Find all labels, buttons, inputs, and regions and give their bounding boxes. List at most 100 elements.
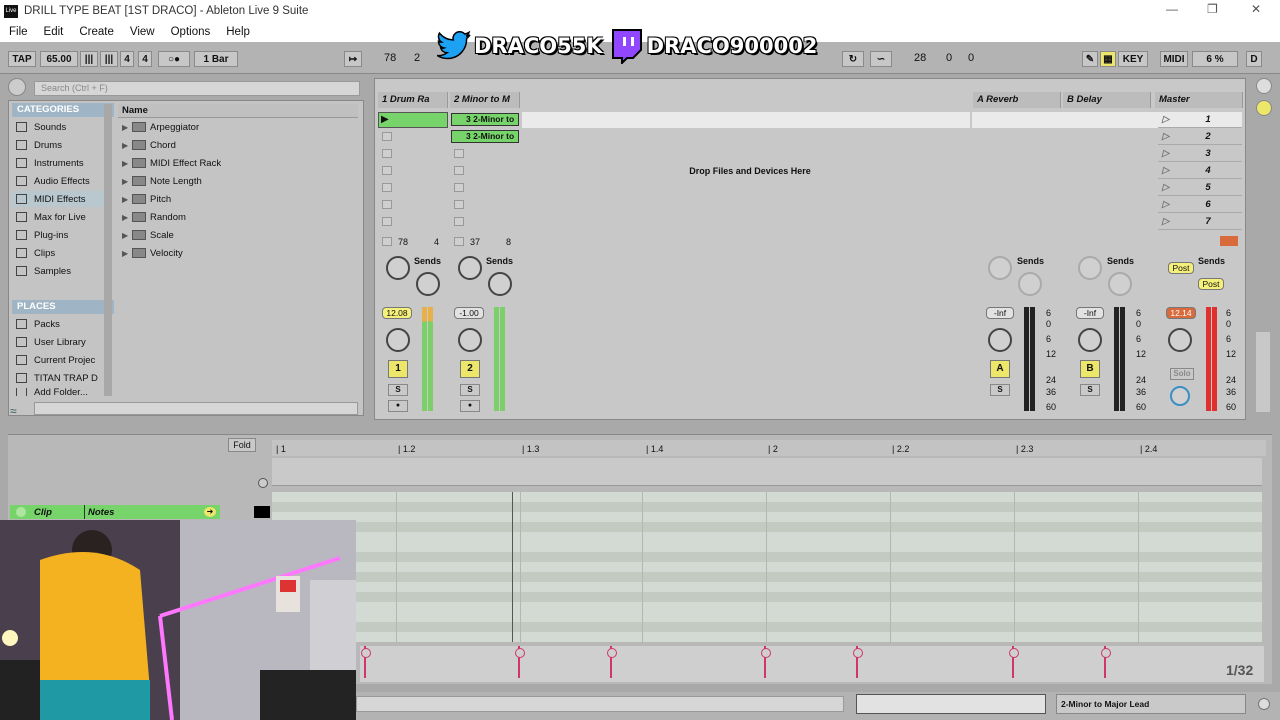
category-max-for-live[interactable]: Max for Live [16, 209, 86, 225]
overview-strip[interactable] [856, 694, 1046, 714]
send-b-knob[interactable] [416, 272, 440, 296]
velocity-marker[interactable] [853, 646, 863, 678]
loop-icon[interactable]: ↻ [842, 51, 864, 67]
grid-setting[interactable]: 1/32 [1226, 662, 1253, 678]
browser-item[interactable]: ▶ Scale [122, 227, 174, 243]
clip-slot-stop-button[interactable] [382, 183, 392, 192]
velocity-marker[interactable] [761, 646, 771, 678]
clip-slot-stop-button[interactable] [382, 200, 392, 209]
name-column-header[interactable]: Name [118, 104, 358, 118]
send-b-knob[interactable] [1108, 272, 1132, 296]
eject-icon[interactable] [1258, 698, 1270, 710]
track-2-volume[interactable]: -1.00 [454, 307, 484, 319]
master-solo-button[interactable]: Solo [1170, 368, 1194, 380]
note-row[interactable] [272, 532, 1262, 542]
velocity-marker[interactable] [361, 646, 371, 678]
arrangement-position-bar[interactable]: 78 [384, 52, 396, 64]
solo-button[interactable]: S [388, 384, 408, 396]
velocity-lane[interactable] [360, 646, 1264, 682]
clip-slot-1-1[interactable]: ▶ [378, 112, 448, 128]
solo-button[interactable]: S [1080, 384, 1100, 396]
category-clips[interactable]: Clips [16, 245, 55, 261]
arm-icon[interactable]: ● [388, 400, 408, 412]
note-row[interactable] [272, 542, 1262, 552]
send-b-knob[interactable] [488, 272, 512, 296]
solo-button[interactable]: S [460, 384, 480, 396]
close-icon[interactable]: ✕ [1251, 2, 1261, 16]
clip-slot-stop-button[interactable] [454, 166, 464, 175]
master-volume[interactable]: 12.14 [1166, 307, 1196, 319]
browser-item[interactable]: ▶ Note Length [122, 173, 202, 189]
nudge-up-icon[interactable]: ||| [100, 51, 118, 67]
loop-length-sixteenth[interactable]: 0 [968, 52, 974, 64]
menu-view[interactable]: View [130, 26, 155, 38]
menu-options[interactable]: Options [171, 26, 211, 38]
return-header-b[interactable]: B Delay [1063, 92, 1151, 108]
send-a-knob[interactable] [458, 256, 482, 280]
cue-volume-knob[interactable] [1170, 386, 1190, 406]
preview-play-icon[interactable] [8, 78, 26, 96]
note-row[interactable] [272, 612, 1262, 622]
note-row[interactable] [272, 602, 1262, 612]
return-a-volume[interactable]: -Inf [986, 307, 1014, 319]
solo-button[interactable]: S [990, 384, 1010, 396]
category-midi-effects[interactable]: MIDI Effects [12, 191, 110, 207]
note-row[interactable] [272, 522, 1262, 532]
note-row[interactable] [272, 572, 1262, 582]
velocity-marker[interactable] [607, 646, 617, 678]
category-plug-ins[interactable]: Plug-ins [16, 227, 68, 243]
track-header-2[interactable]: 2 Minor to M [450, 92, 520, 108]
pan-knob[interactable] [1168, 328, 1192, 352]
scene-6[interactable]: ▷ 6 [1158, 197, 1242, 213]
hd-button[interactable]: D [1246, 51, 1262, 67]
arrangement-position-beat[interactable]: 2 [414, 52, 420, 64]
track-2-activator[interactable]: 2 [460, 360, 480, 378]
clip-slot-stop-button[interactable] [382, 217, 392, 226]
scene-5[interactable]: ▷ 5 [1158, 180, 1242, 196]
note-row[interactable] [272, 512, 1262, 522]
selected-device-label[interactable]: 2-Minor to Major Lead [1056, 694, 1246, 714]
pan-knob[interactable] [988, 328, 1012, 352]
clip-tab[interactable]: Clip [34, 507, 52, 518]
clip-toggle-icon[interactable] [16, 507, 26, 517]
browser-item[interactable]: ▶ Velocity [122, 245, 183, 261]
return-a-activator[interactable]: A [990, 360, 1010, 378]
place-titan-trap[interactable]: TITAN TRAP D [16, 370, 98, 386]
category-audio-effects[interactable]: Audio Effects [16, 173, 90, 189]
clip-slot-2-1[interactable]: 3 2-Minor to [451, 113, 519, 126]
loop-brace-area[interactable] [272, 458, 1262, 486]
velocity-marker[interactable] [1101, 646, 1111, 678]
track-1-activator[interactable]: 1 [388, 360, 408, 378]
menu-help[interactable]: Help [226, 26, 250, 38]
scene-4[interactable]: ▷ 4 [1158, 163, 1242, 179]
sends-toggle-icon[interactable] [1256, 100, 1272, 116]
category-drums[interactable]: Drums [16, 137, 62, 153]
arm-icon[interactable]: ● [460, 400, 480, 412]
piano-key-black[interactable] [254, 506, 270, 518]
follow-icon[interactable]: ↦ [344, 51, 362, 67]
draw-mode-icon[interactable]: ✎ [1082, 51, 1098, 67]
menu-file[interactable]: File [9, 26, 28, 38]
category-samples[interactable]: Samples [16, 263, 71, 279]
scene-2[interactable]: ▷ 2 [1158, 129, 1242, 145]
clip-slot-stop-button[interactable] [454, 183, 464, 192]
note-row[interactable] [272, 592, 1262, 602]
clip-slot-stop-button[interactable] [382, 166, 392, 175]
browser-bottom-field[interactable] [34, 402, 358, 415]
drop-zone-label[interactable]: Drop Files and Devices Here [600, 166, 900, 176]
category-instruments[interactable]: Instruments [16, 155, 84, 171]
scene-7[interactable]: ▷ 7 [1158, 214, 1242, 230]
loop-length-beat[interactable]: 0 [946, 52, 952, 64]
clip-slot-stop-button[interactable] [454, 200, 464, 209]
clip-slot-stop-button[interactable] [454, 149, 464, 158]
place-user-library[interactable]: User Library [16, 334, 86, 350]
time-sig-numerator[interactable]: 4 [120, 51, 134, 67]
pan-knob[interactable] [386, 328, 410, 352]
velocity-marker[interactable] [515, 646, 525, 678]
key-map-button[interactable]: KEY [1118, 51, 1148, 67]
time-sig-denominator[interactable]: 4 [138, 51, 152, 67]
note-row[interactable] [272, 492, 1262, 502]
send-a-knob[interactable] [1078, 256, 1102, 280]
track-header-1[interactable]: 1 Drum Ra [378, 92, 448, 108]
browser-item[interactable]: ▶ Random [122, 209, 186, 225]
